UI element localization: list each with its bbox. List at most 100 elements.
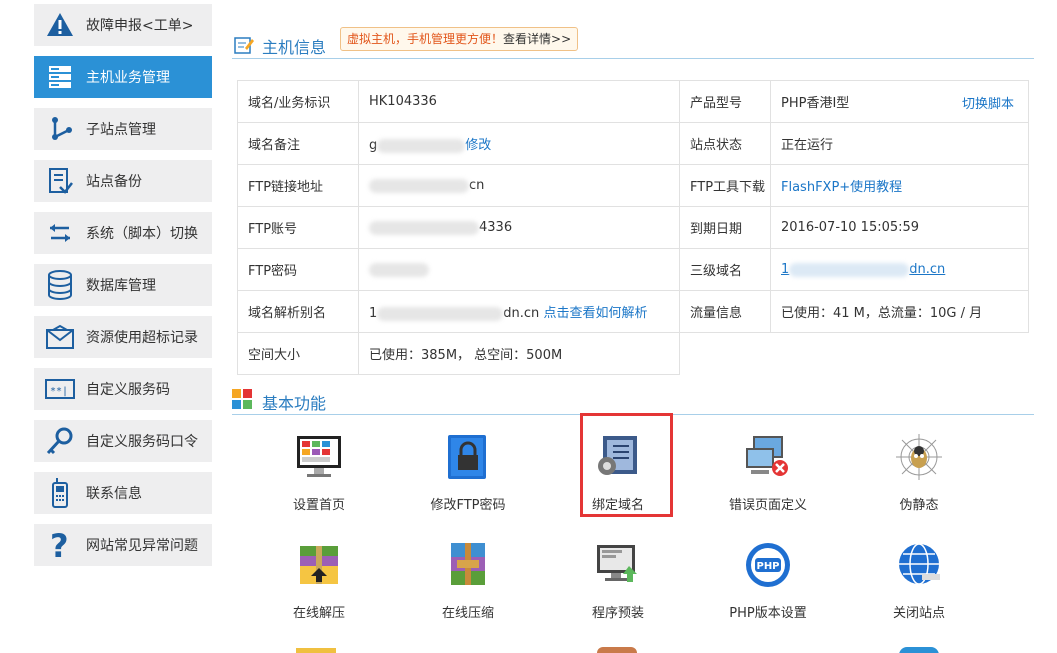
- spider-icon: [894, 432, 944, 482]
- traffic-value: 已使用：41 M，总流量：10G / 月: [770, 290, 1029, 333]
- domain-label: 域名/业务标识: [237, 80, 359, 123]
- svg-text:**|: **|: [50, 386, 68, 397]
- alias-prefix: 1: [369, 306, 378, 321]
- sidebar-item-label: 故障申报<工单>: [86, 18, 194, 34]
- expire-value: 2016-07-10 15:05:59: [770, 206, 1029, 249]
- set-homepage-button[interactable]: 设置首页: [259, 432, 379, 532]
- key-icon: [34, 420, 86, 462]
- lock-icon: [443, 432, 493, 482]
- record-label: 域名备注: [237, 122, 359, 165]
- alias-cell: 1 dn.cn 点击查看如何解析: [358, 290, 680, 333]
- feature-label: 在线解压: [292, 606, 345, 621]
- sidebar-item-host-manage[interactable]: 主机业务管理: [34, 56, 212, 98]
- host-info-header: 主机信息 虚拟主机，手机管理更方便！查看详情>>: [232, 27, 1034, 59]
- notice-details-link[interactable]: 查看详情>>: [503, 32, 571, 46]
- third-domain-label: 三级域名: [679, 248, 771, 291]
- sidebar-item-faq[interactable]: ? 网站常见异常问题: [34, 524, 212, 566]
- edit-record-link[interactable]: 修改: [465, 138, 491, 153]
- sidebar-item-label: 自定义服务码: [86, 382, 170, 398]
- ftp-address-suffix: cn: [469, 178, 485, 193]
- sidebar-item-label: 自定义服务码口令: [86, 434, 198, 450]
- ftp-tool-label: FTP工具下载: [679, 164, 771, 207]
- error-page-button[interactable]: 错误页面定义: [708, 432, 828, 532]
- redacted-text: [377, 138, 466, 153]
- sidebar-item-service-code[interactable]: **| 自定义服务码: [34, 368, 212, 410]
- sidebar-item-label: 资源使用超标记录: [86, 330, 198, 346]
- sidebar-item-ticket[interactable]: 故障申报<工单>: [34, 4, 212, 46]
- rewrite-button[interactable]: 伪静态: [859, 432, 979, 532]
- switch-script-link[interactable]: 切换脚本: [962, 93, 1014, 112]
- code-icon: **|: [34, 368, 86, 410]
- alias-label: 域名解析别名: [237, 290, 359, 333]
- redacted-text: [369, 178, 469, 193]
- change-ftp-password-button[interactable]: 修改FTP密码: [408, 432, 528, 532]
- sidebar-item-resource-overuse[interactable]: 资源使用超标记录: [34, 316, 212, 358]
- close-site-button[interactable]: 关闭站点: [859, 540, 979, 640]
- table-row: FTP链接地址 cn FTP工具下载 FlashFXP+使用教程: [237, 164, 1029, 207]
- php-icon: PHP: [743, 540, 793, 590]
- database-icon: [34, 264, 86, 306]
- archive-up-icon: [294, 540, 344, 590]
- sidebar-item-label: 主机业务管理: [86, 70, 170, 86]
- record-prefix: g: [369, 138, 378, 153]
- redacted-text: [369, 220, 479, 235]
- sidebar-item-subsite[interactable]: 子站点管理: [34, 108, 212, 150]
- svg-text:?: ?: [50, 529, 69, 561]
- sidebar-item-label: 网站常见异常问题: [86, 538, 198, 554]
- basic-functions-title: 基本功能: [262, 394, 327, 413]
- sidebar-item-label: 站点备份: [86, 174, 142, 190]
- sidebar-item-system-switch[interactable]: 系统（脚本）切换: [34, 212, 212, 254]
- warning-icon: [34, 4, 86, 46]
- product-label: 产品型号: [679, 80, 771, 123]
- third-domain-link[interactable]: 1 dn.cn: [781, 262, 945, 277]
- sidebar-item-label: 联系信息: [86, 486, 142, 502]
- feature-label: 在线压缩: [441, 606, 494, 621]
- host-info-table: 域名/业务标识 HK104336 产品型号 PHP香港I型 切换脚本 域名备注 …: [237, 80, 1029, 375]
- online-unzip-button[interactable]: 在线解压: [259, 540, 379, 640]
- ftp-password-label: FTP密码: [237, 248, 359, 291]
- php-version-button[interactable]: PHP PHP版本设置: [708, 540, 828, 640]
- partial-icon: [296, 648, 336, 653]
- bind-domain-highlight: [580, 413, 673, 517]
- ftp-password-cell: [358, 248, 680, 291]
- feature-label: 关闭站点: [892, 606, 945, 621]
- sidebar-item-backup[interactable]: 站点备份: [34, 160, 212, 202]
- domain-value: HK104336: [358, 80, 680, 123]
- ftp-account-cell: 4336: [358, 206, 680, 249]
- table-row: FTP账号 4336 到期日期 2016-07-10 15:05:59: [237, 206, 1029, 249]
- svg-text:PHP: PHP: [756, 561, 779, 572]
- online-zip-button[interactable]: 在线压缩: [408, 540, 528, 640]
- alias-help-link[interactable]: 点击查看如何解析: [543, 306, 647, 321]
- partial-icon: [597, 647, 637, 653]
- globe-icon: [894, 540, 944, 590]
- alias-suffix: dn.cn: [503, 306, 540, 321]
- ftp-address-label: FTP链接地址: [237, 164, 359, 207]
- status-label: 站点状态: [679, 122, 771, 165]
- record-cell: g 修改: [358, 122, 680, 165]
- ftp-tool-link[interactable]: FlashFXP+使用教程: [781, 180, 902, 195]
- question-icon: ?: [34, 524, 86, 566]
- redacted-text: [369, 262, 429, 277]
- feature-label: 伪静态: [899, 498, 939, 513]
- sidebar-item-database[interactable]: 数据库管理: [34, 264, 212, 306]
- program-preinstall-button[interactable]: 程序预装: [558, 540, 678, 640]
- space-label: 空间大小: [237, 332, 359, 375]
- redacted-text: [377, 306, 504, 321]
- sidebar-item-service-code-password[interactable]: 自定义服务码口令: [34, 420, 212, 462]
- feature-label: 程序预装: [591, 606, 644, 621]
- archive-icon: [443, 540, 493, 590]
- phone-icon: [34, 472, 86, 514]
- table-row: 域名备注 g 修改 站点状态 正在运行: [237, 122, 1029, 165]
- sidebar-item-label: 数据库管理: [86, 278, 156, 294]
- mail-icon: [34, 316, 86, 358]
- feature-row-3-partial: [259, 644, 1019, 653]
- product-cell: PHP香港I型 切换脚本: [770, 80, 1029, 123]
- feature-label: 设置首页: [292, 498, 345, 513]
- host-info-title: 主机信息: [262, 38, 327, 57]
- ftp-tool-cell: FlashFXP+使用教程: [770, 164, 1029, 207]
- sidebar-item-contact[interactable]: 联系信息: [34, 472, 212, 514]
- feature-label: 修改FTP密码: [430, 498, 506, 513]
- ftp-account-label: FTP账号: [237, 206, 359, 249]
- partial-icon: [899, 647, 939, 653]
- mobile-notice: 虚拟主机，手机管理更方便！查看详情>>: [340, 27, 579, 51]
